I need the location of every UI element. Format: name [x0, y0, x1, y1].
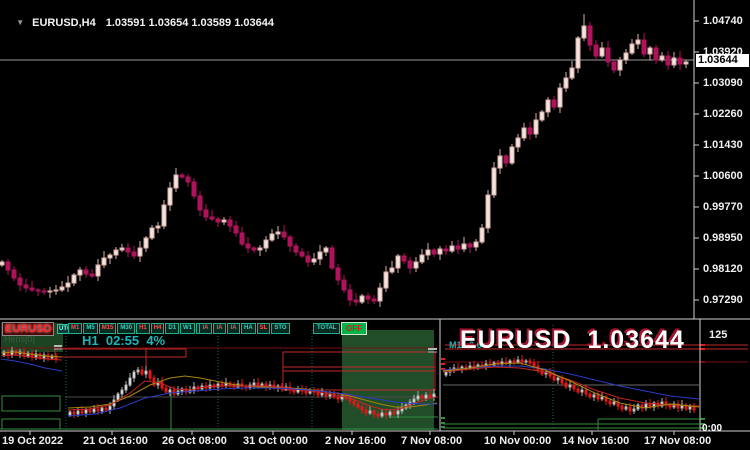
- mode-chip-ia[interactable]: IA: [213, 323, 226, 334]
- time-axis-label: 21 Oct 16:00: [83, 435, 148, 447]
- price-axis-label: 0.99770: [703, 201, 743, 213]
- price-axis-label: 1.04740: [703, 15, 743, 27]
- time-axis-label: 31 Oct 00:00: [243, 435, 308, 447]
- timeframe-chip-m5[interactable]: M5: [83, 323, 97, 334]
- symbol-period-label: EURUSD,H4: [32, 17, 96, 29]
- timeframe-chip-row: M1M5M15M30H1H4D1W1MN: [68, 323, 211, 334]
- time-axis-label: 2 Nov 16:00: [325, 435, 386, 447]
- chart-canvas[interactable]: [0, 0, 750, 450]
- time-axis-label: 14 Nov 16:00: [562, 435, 629, 447]
- timeframe-chip-h1[interactable]: H1: [136, 323, 150, 334]
- mode-chip-row: IAIAIAHASLSTO: [199, 323, 290, 334]
- current-price-tag: 1.03644: [696, 54, 749, 67]
- timeframe-chip-w1[interactable]: W1: [180, 323, 195, 334]
- mode-chip-sl[interactable]: SL: [257, 323, 271, 334]
- price-axis-label: 0.98950: [703, 232, 743, 244]
- timer-status-label: H1 02:55 4%: [82, 333, 165, 348]
- time-axis-label: 10 Nov 00:00: [484, 435, 551, 447]
- price-axis-label: 1.00600: [703, 170, 743, 182]
- price-axis-label: 0.98120: [703, 263, 743, 275]
- price-axis-label: 1.02260: [703, 108, 743, 120]
- ohlc-values: 1.03591 1.03654 1.03589 1.03644: [106, 17, 274, 29]
- price-axis-label: 0.97290: [703, 294, 743, 306]
- price-axis-label: 1.01430: [703, 139, 743, 151]
- chart-title: ▼ EURUSD,H4 1.03591 1.03654 1.03589 1.0364…: [4, 5, 274, 41]
- timeframe-chip-m15[interactable]: M15: [99, 323, 117, 334]
- mode-chip-ha[interactable]: HA: [241, 323, 256, 334]
- off-chip-button[interactable]: OFF: [341, 322, 367, 335]
- timeframe-chip-m30[interactable]: M30: [117, 323, 135, 334]
- mode-chip-sto[interactable]: STO: [271, 323, 289, 334]
- time-axis-label: 26 Oct 08:00: [162, 435, 227, 447]
- chevron-down-icon[interactable]: ▼: [16, 18, 24, 27]
- price-axis-label: 1.03090: [703, 77, 743, 89]
- timeframe-chip-m1[interactable]: M1: [68, 323, 82, 334]
- time-axis-label: 7 Nov 08:00: [401, 435, 462, 447]
- total-chip-button[interactable]: TOTAL: [313, 323, 340, 334]
- timeframe-chip-d1[interactable]: D1: [165, 323, 179, 334]
- indicator-symbol-button[interactable]: EURUSD: [2, 322, 54, 336]
- timeframe-chip-h4[interactable]: H4: [151, 323, 165, 334]
- mode-chip-ia[interactable]: IA: [199, 323, 212, 334]
- mode-chip-ia[interactable]: IA: [227, 323, 240, 334]
- time-axis-label: 19 Oct 2022: [2, 435, 63, 447]
- symbol-watermark: EURUSD 1.03644: [460, 326, 685, 355]
- mt4-chart-window: ▼ EURUSD,H4 1.03591 1.03654 1.03589 1.0364…: [0, 0, 750, 450]
- subchart-time-label: 0:00: [702, 423, 722, 434]
- subchart-scale-label: 125: [709, 329, 727, 341]
- time-axis-label: 17 Nov 08:00: [644, 435, 711, 447]
